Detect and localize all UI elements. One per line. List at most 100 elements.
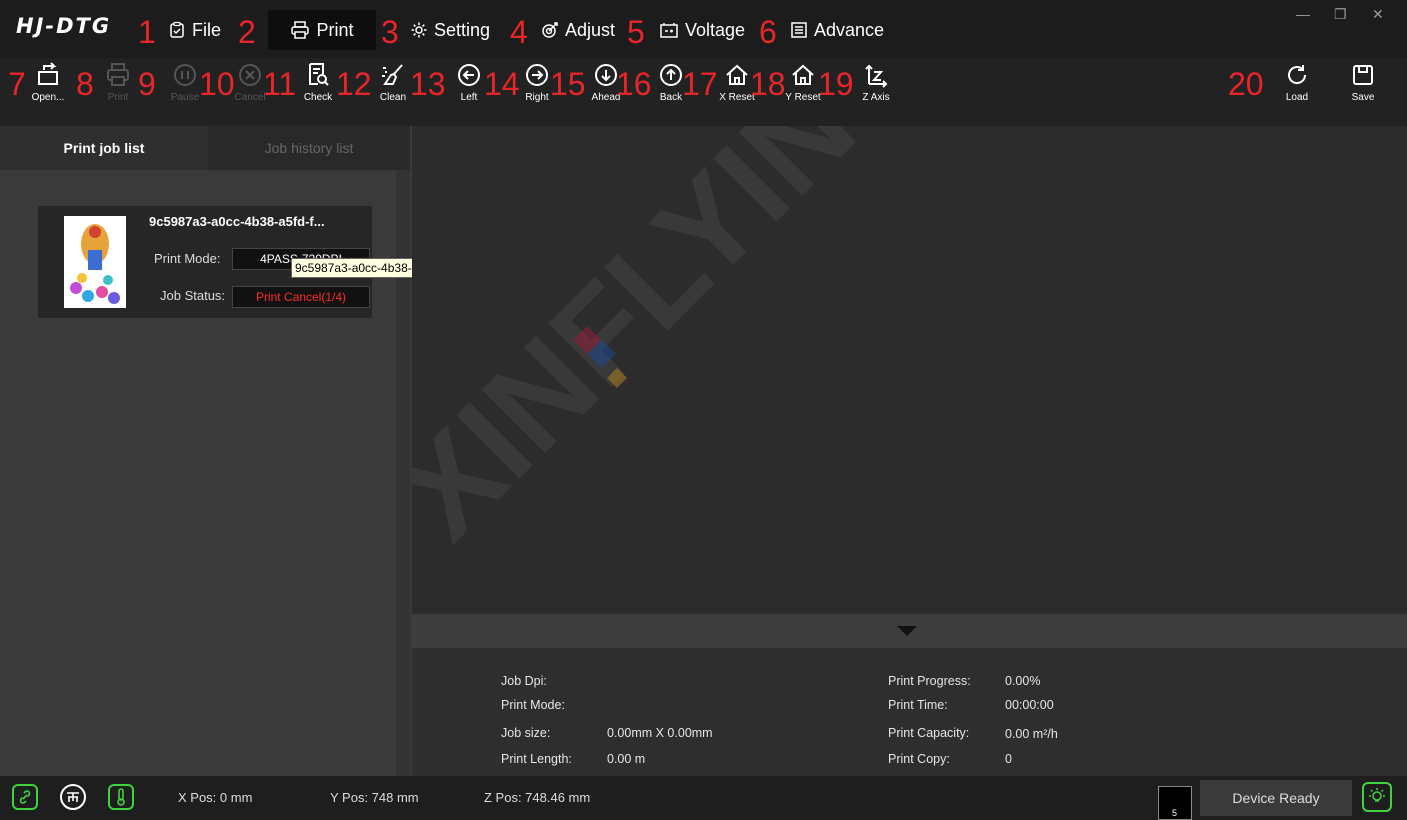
restore-button[interactable]: ❐ bbox=[1334, 6, 1347, 23]
close-button[interactable]: ✕ bbox=[1372, 6, 1384, 23]
arrow-up-circle-icon bbox=[660, 64, 682, 86]
print-capacity-label: Print Capacity: bbox=[888, 726, 970, 740]
arrow-left-circle-icon bbox=[458, 64, 480, 86]
job-name: 9c5987a3-a0cc-4b38-a5fd-f... bbox=[149, 214, 325, 229]
menu-advance-label: Advance bbox=[814, 19, 885, 40]
callout-6: 6 bbox=[759, 14, 777, 50]
lightbulb-icon bbox=[1369, 788, 1385, 802]
load-label: Load bbox=[1285, 92, 1309, 103]
print-progress-value: 0.00% bbox=[1005, 674, 1041, 688]
printer-icon bbox=[107, 63, 129, 86]
menu-setting[interactable]: Setting bbox=[404, 10, 496, 50]
menu-voltage-label: Voltage bbox=[685, 19, 746, 40]
collapse-bar[interactable] bbox=[412, 614, 1407, 648]
clean-label: Clean bbox=[379, 92, 407, 103]
tab-print-job-list[interactable]: Print job list bbox=[0, 126, 208, 170]
chevron-down-icon bbox=[897, 626, 917, 636]
callout-2: 2 bbox=[238, 14, 256, 50]
lamp-status[interactable] bbox=[1362, 782, 1392, 812]
print-mode-info-label: Print Mode: bbox=[501, 698, 565, 712]
link-icon bbox=[19, 790, 31, 804]
callout-5: 5 bbox=[627, 14, 645, 50]
menu-adjust[interactable]: Adjust bbox=[535, 10, 621, 50]
home-icon bbox=[792, 64, 814, 85]
menu-file-label: File bbox=[192, 19, 222, 40]
svg-text:XINFLYING: XINFLYING bbox=[412, 126, 954, 566]
callout-19: 19 bbox=[818, 66, 854, 102]
list-document-icon bbox=[791, 22, 807, 38]
callout-15: 15 bbox=[550, 66, 586, 102]
print-button[interactable]: Print bbox=[100, 58, 136, 126]
menu-advance[interactable]: Advance bbox=[784, 10, 890, 50]
job-size-label: Job size: bbox=[501, 726, 551, 740]
x-position: X Pos: 0 mm bbox=[178, 790, 253, 805]
connection-status[interactable] bbox=[12, 784, 38, 810]
job-status-label: Job Status: bbox=[160, 288, 226, 303]
pause-label: Pause bbox=[170, 92, 200, 103]
print-label: Print bbox=[107, 92, 129, 103]
menu-bar: HJ-DTG 1 File 2 Print 3 Setting 4 Adjust… bbox=[0, 0, 1407, 58]
callout-8: 8 bbox=[76, 66, 94, 102]
callout-16: 16 bbox=[616, 66, 652, 102]
callout-20: 20 bbox=[1228, 66, 1264, 102]
back-label: Back bbox=[659, 92, 683, 103]
refresh-icon bbox=[1288, 65, 1307, 84]
document-search-icon bbox=[309, 63, 329, 86]
print-length-label: Print Length: bbox=[501, 752, 572, 766]
arrow-right-circle-icon bbox=[526, 64, 548, 86]
job-panel: Print job list Job history list 9c5987a3… bbox=[0, 126, 412, 776]
z-axis-icon bbox=[865, 64, 888, 88]
print-progress-label: Print Progress: bbox=[888, 674, 971, 688]
job-thumbnail bbox=[64, 216, 126, 308]
job-dpi-label: Job Dpi: bbox=[501, 674, 547, 688]
callout-3: 3 bbox=[381, 14, 399, 50]
clipboard-check-icon bbox=[170, 21, 184, 38]
menu-file[interactable]: File bbox=[162, 10, 227, 50]
job-size-value: 0.00mm X 0.00mm bbox=[607, 726, 713, 740]
network-status[interactable] bbox=[60, 784, 86, 810]
check-button[interactable]: Check bbox=[300, 58, 336, 126]
menu-print-label: Print bbox=[316, 19, 354, 40]
watermark: XINFLYING bbox=[412, 126, 954, 566]
minimize-button[interactable]: — bbox=[1296, 6, 1310, 22]
menu-print[interactable]: Print bbox=[268, 10, 376, 50]
clean-button[interactable]: Clean bbox=[372, 58, 414, 126]
job-tabs: Print job list Job history list bbox=[0, 126, 410, 170]
left-button[interactable]: Left bbox=[454, 58, 484, 126]
menu-adjust-label: Adjust bbox=[565, 19, 616, 40]
callout-1: 1 bbox=[138, 14, 156, 50]
z-axis-button[interactable]: Z Axis bbox=[858, 58, 894, 126]
check-label: Check bbox=[303, 92, 333, 103]
floppy-disk-icon bbox=[1353, 65, 1373, 85]
printer-icon bbox=[291, 21, 310, 39]
temperature-status[interactable] bbox=[108, 784, 134, 810]
open-button[interactable]: Open... bbox=[30, 58, 66, 126]
left-label: Left bbox=[460, 92, 478, 103]
z-axis-label: Z Axis bbox=[862, 92, 890, 103]
callout-7: 7 bbox=[8, 66, 26, 102]
callout-12: 12 bbox=[336, 66, 372, 102]
load-button[interactable]: Load bbox=[1280, 58, 1314, 126]
brush-icon bbox=[382, 64, 403, 85]
menu-voltage[interactable]: Voltage bbox=[653, 10, 751, 50]
print-copy-label: Print Copy: bbox=[888, 752, 950, 766]
callout-14: 14 bbox=[484, 66, 520, 102]
z-position: Z Pos: 748.46 mm bbox=[484, 790, 591, 805]
print-time-label: Print Time: bbox=[888, 698, 948, 712]
status-bar: X Pos: 0 mm Y Pos: 748 mm Z Pos: 748.46 … bbox=[0, 776, 1407, 820]
save-button[interactable]: Save bbox=[1346, 58, 1380, 126]
print-length-value: 0.00 m bbox=[607, 752, 646, 766]
thermometer-icon bbox=[117, 788, 125, 806]
print-time-value: 00:00:00 bbox=[1005, 698, 1054, 712]
callout-13: 13 bbox=[410, 66, 446, 102]
tab-job-history-list[interactable]: Job history list bbox=[208, 126, 410, 170]
callout-11: 11 bbox=[263, 66, 297, 102]
print-preview-canvas[interactable]: XINFLYING bbox=[412, 126, 1407, 614]
toolbar: 7 Open... 8 Print 9 Pause 10 Cancel 11 C… bbox=[0, 58, 1407, 126]
home-icon bbox=[726, 64, 748, 85]
callout-9: 9 bbox=[138, 66, 156, 102]
app-window: { "app": { "logo": "HJ-DTG" }, "menu": {… bbox=[0, 0, 1407, 820]
y-reset-label: Y Reset bbox=[785, 92, 821, 103]
right-button[interactable]: Right bbox=[522, 58, 552, 126]
network-icon bbox=[67, 792, 79, 802]
